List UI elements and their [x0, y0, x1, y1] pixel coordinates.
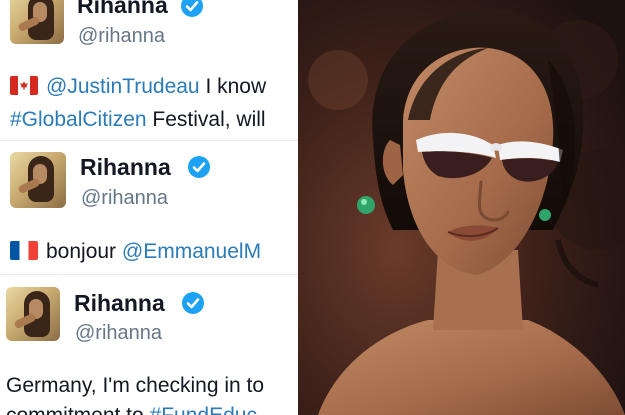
- avatar[interactable]: [10, 0, 64, 44]
- tweet-author-name[interactable]: Rihanna: [80, 154, 171, 181]
- tweet-text: commitment to #FundEduc: [6, 404, 257, 415]
- tweet-text: Germany, I'm checking in to: [6, 374, 265, 397]
- tweet-author-handle[interactable]: @rihanna: [81, 187, 168, 210]
- hashtag-link[interactable]: #GlobalCitizen: [10, 108, 147, 131]
- avatar[interactable]: [6, 287, 60, 341]
- france-flag-icon: [10, 241, 38, 260]
- tweet-text: @JustinTrudeau I know: [10, 75, 266, 99]
- portrait-photo: [298, 0, 625, 415]
- tweet-author-handle[interactable]: @rihanna: [75, 322, 162, 345]
- tweet-text: bonjour @EmmanuelM: [10, 240, 261, 264]
- tweets-collage: Rihanna @rihanna @JustinTrudeau I know #…: [0, 0, 298, 415]
- mention-link[interactable]: @EmmanuelM: [122, 240, 261, 263]
- canada-flag-icon: [10, 76, 38, 95]
- verified-badge-icon: [181, 0, 203, 17]
- tweet-author-name[interactable]: Rihanna: [74, 290, 165, 317]
- tweet-author-handle[interactable]: @rihanna: [78, 25, 165, 48]
- hashtag-link[interactable]: #FundEduc: [150, 404, 257, 415]
- tweet-text: #GlobalCitizen Festival, will: [10, 108, 266, 132]
- divider: [0, 140, 298, 141]
- divider: [0, 274, 298, 275]
- verified-badge-icon: [182, 292, 204, 314]
- portrait-illustration: [298, 0, 625, 415]
- tweet-author-name[interactable]: Rihanna: [77, 0, 168, 19]
- tweet-text-segment: I know: [199, 75, 267, 98]
- avatar[interactable]: [10, 152, 66, 208]
- tweet-text-segment: bonjour: [46, 240, 122, 263]
- tweet-text-segment: commitment to: [6, 404, 150, 415]
- tweet-text-segment: Festival, will: [146, 108, 266, 131]
- mention-link[interactable]: @JustinTrudeau: [46, 75, 200, 98]
- verified-badge-icon: [188, 156, 210, 178]
